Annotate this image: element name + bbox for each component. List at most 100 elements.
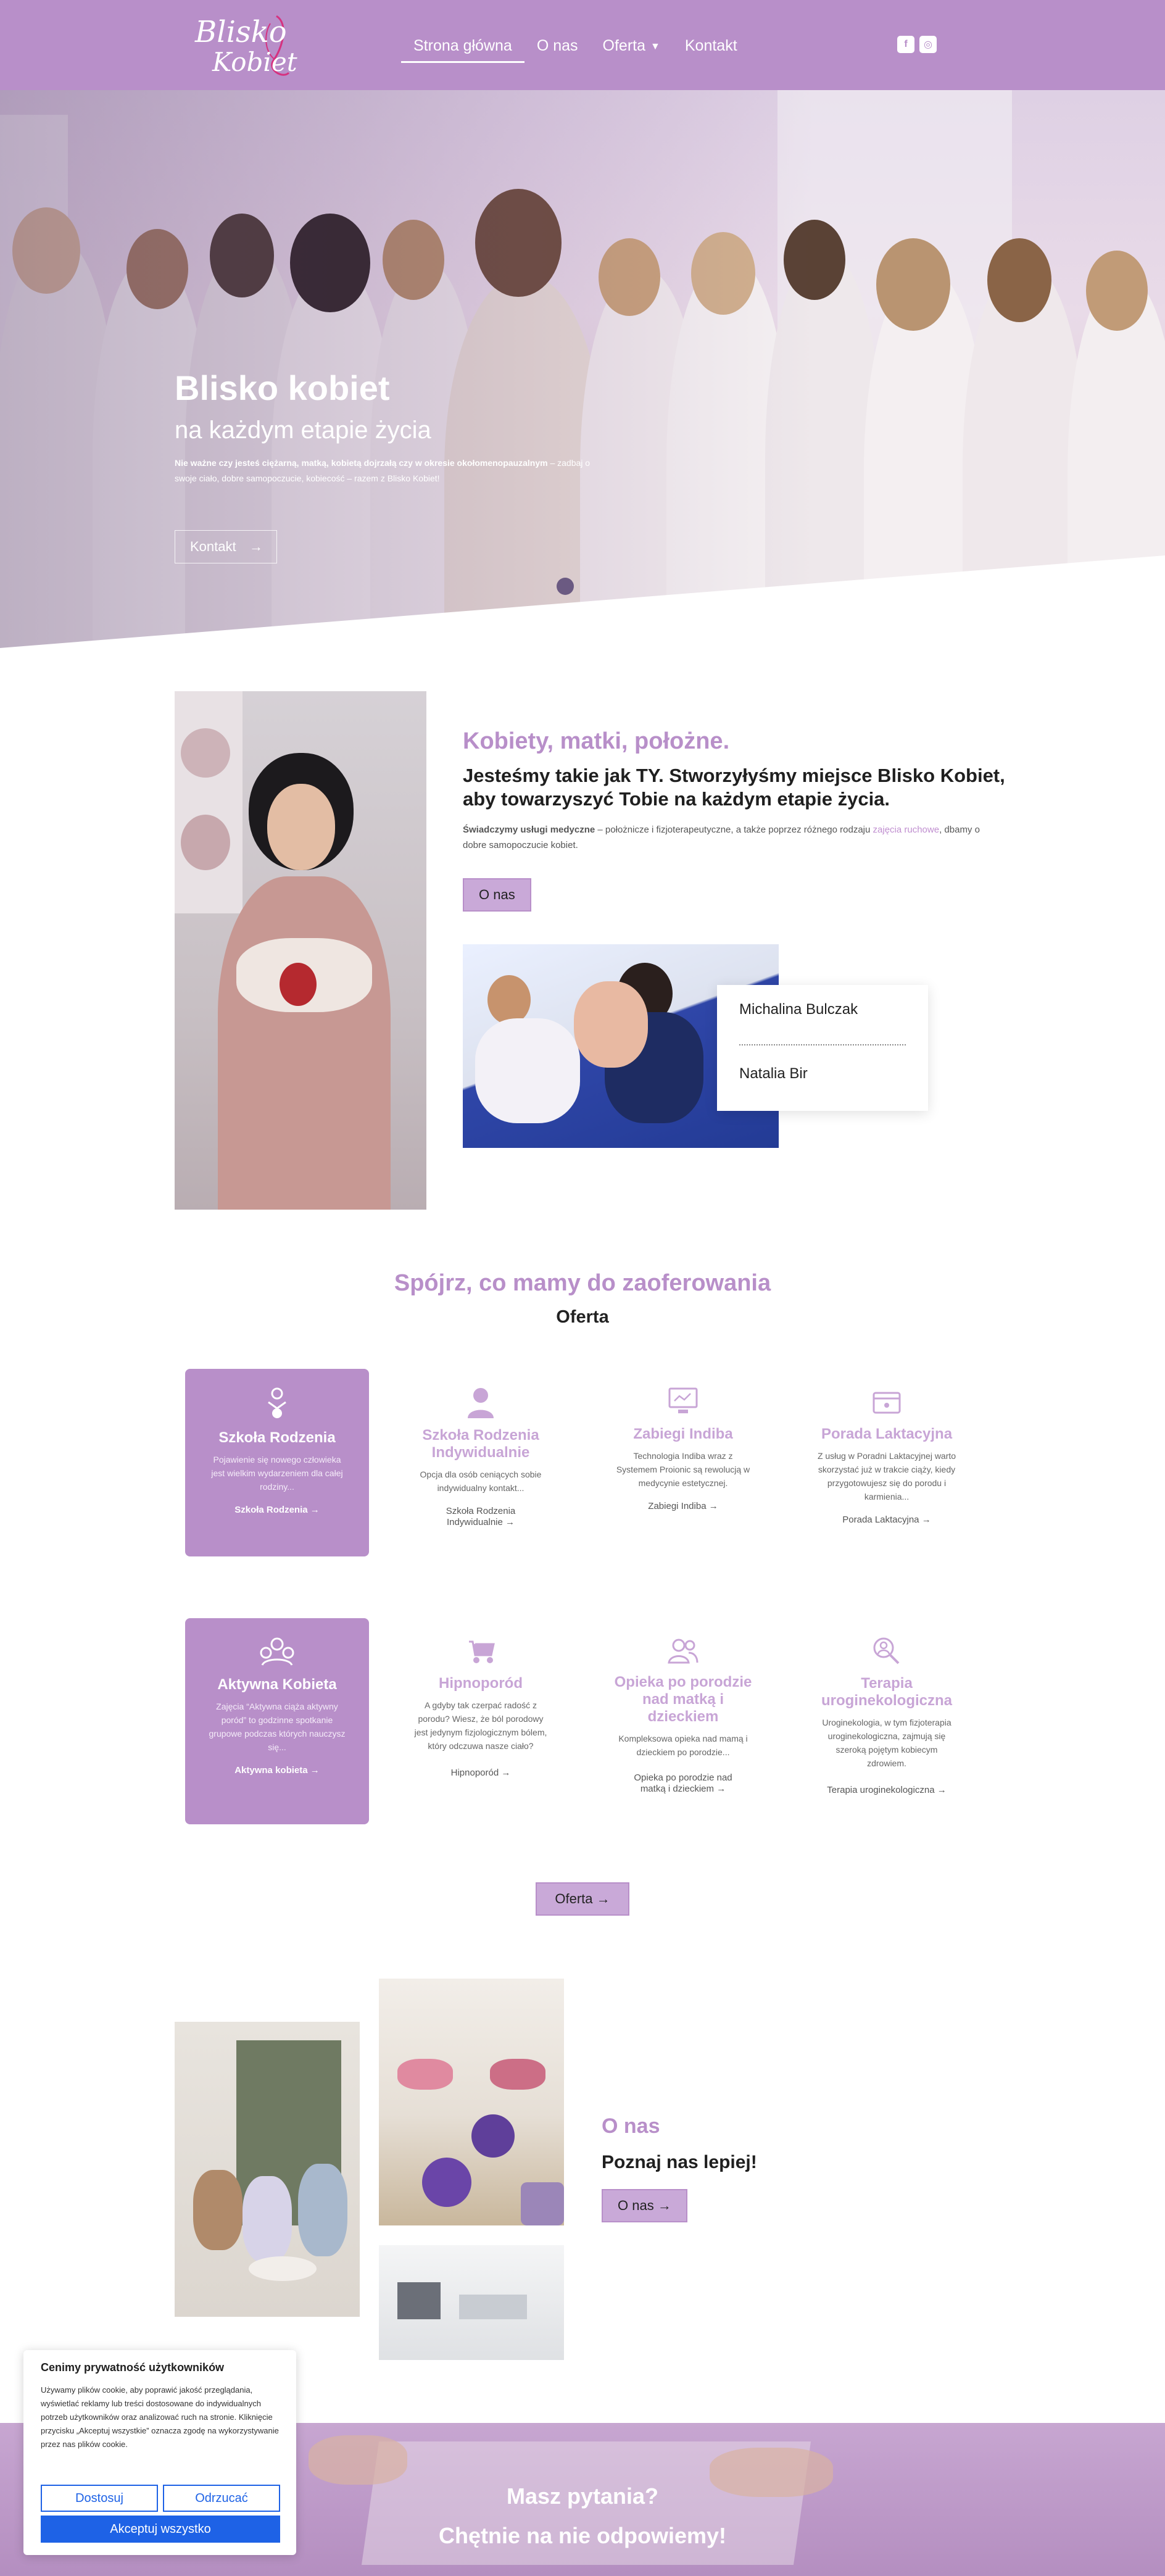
card-title: Szkoła Rodzenia xyxy=(218,1429,336,1446)
card-link-label: Zabiegi Indiba xyxy=(648,1501,707,1511)
card-link-label: Porada Laktacyjna xyxy=(842,1514,919,1525)
logo-text-line2: Kobiet xyxy=(212,47,297,77)
hero-diagonal-divider xyxy=(0,555,1165,648)
chevron-down-icon: ▼ xyxy=(650,41,660,52)
offer-card-szkola-rodzenia[interactable]: Szkoła Rodzenia Pojawienie się nowego cz… xyxy=(185,1369,369,1556)
baby-icon xyxy=(268,1387,286,1418)
card-link[interactable]: Porada Laktacyjna → xyxy=(795,1514,979,1526)
about-button[interactable]: O nas xyxy=(463,878,531,912)
hero-section: Blisko kobiet na każdym etapie życia Nie… xyxy=(0,90,1165,648)
card-link-label: Szkoła Rodzenia xyxy=(234,1505,308,1515)
main-nav: Strona główna O nas Oferta ▼ Kontakt xyxy=(401,33,750,63)
offer-card-zabiegi-indiba[interactable]: Zabiegi Indiba Technologia Indiba wraz z… xyxy=(591,1369,775,1556)
users-icon xyxy=(668,1639,699,1664)
site-logo[interactable]: Blisko Kobiet xyxy=(190,11,300,84)
calendar-icon xyxy=(873,1392,901,1414)
facebook-icon[interactable]: f xyxy=(897,36,914,53)
logo-text-line1: Blisko xyxy=(195,15,287,49)
offer-button[interactable]: Oferta → xyxy=(536,1882,629,1916)
monitor-icon xyxy=(668,1387,698,1413)
arrow-right-icon: → xyxy=(310,1505,320,1515)
about-text-mid: – położnicze i fizjoterapeutyczne, a tak… xyxy=(595,825,873,835)
onas-photo-exercise xyxy=(379,1979,564,2225)
offer-card-terapia-uroginekologiczna[interactable]: Terapia uroginekologiczna Uroginekologia… xyxy=(795,1618,979,1824)
nav-offer[interactable]: Oferta ▼ xyxy=(591,33,673,58)
card-description: Z usług w Poradni Laktacyjnej warto skor… xyxy=(817,1451,956,1502)
offer-card-hipnoporod[interactable]: Hipnoporód A gdyby tak czerpać radość z … xyxy=(389,1618,573,1824)
offer-card-szkola-rodzenia-indywidualnie[interactable]: Szkoła Rodzenia Indywidualnie Opcja dla … xyxy=(389,1369,573,1556)
onas-subtitle: Poznaj nas lepiej! xyxy=(602,2152,757,2172)
about-title: Kobiety, matki, położne. xyxy=(463,728,730,754)
social-links: f ◎ xyxy=(897,36,937,53)
card-title: Porada Laktacyjna xyxy=(821,1426,953,1442)
team-card-divider xyxy=(739,1044,906,1045)
nav-offer-label: Oferta xyxy=(602,37,646,54)
card-description: Kompleksowa opieka nad mamą i dzieckiem … xyxy=(618,1734,748,1757)
cookie-reject-button[interactable]: Odrzucać xyxy=(163,2485,280,2512)
team-member-1: Michalina Bulczak xyxy=(739,1001,858,1018)
card-title: Hipnoporód xyxy=(439,1675,523,1692)
card-link-label: Hipnoporód xyxy=(450,1768,499,1778)
card-description: Pojawienie się nowego człowieka jest wie… xyxy=(211,1455,343,1492)
arrow-right-icon: → xyxy=(716,1784,726,1794)
about-photo xyxy=(175,691,426,1210)
card-link[interactable]: Terapia uroginekologiczna → xyxy=(795,1785,979,1796)
arrow-right-icon: → xyxy=(921,1514,931,1525)
search-user-icon xyxy=(873,1637,900,1664)
arrow-right-icon: → xyxy=(596,1891,610,1906)
card-link[interactable]: Hipnoporód → xyxy=(389,1768,573,1779)
cookie-customize-button[interactable]: Dostosuj xyxy=(41,2485,158,2512)
instagram-icon[interactable]: ◎ xyxy=(919,36,937,53)
about-text-bold: Świadczymy usługi medyczne xyxy=(463,825,595,835)
arrow-right-icon: → xyxy=(937,1785,947,1795)
card-description: Technologia Indiba wraz z Systemem Proio… xyxy=(616,1451,750,1488)
card-description: A gdyby tak czerpać radość z porodu? Wie… xyxy=(414,1700,547,1751)
card-link[interactable]: Szkoła Rodzenia Indywidualnie → xyxy=(389,1506,573,1528)
arrow-right-icon: → xyxy=(310,1765,320,1776)
about-text: Świadczymy usługi medyczne – położnicze … xyxy=(463,822,1006,853)
card-link[interactable]: Opieka po porodzie nad matką i dzieckiem… xyxy=(591,1772,775,1795)
offer-subtitle: Oferta xyxy=(556,1307,609,1327)
cookie-body: Używamy plików cookie, aby poprawić jako… xyxy=(41,2385,279,2449)
cookie-heading: Cenimy prywatność użytkowników xyxy=(41,2361,225,2374)
about-lead: Jesteśmy takie jak TY. Stworzyłyśmy miej… xyxy=(463,765,1005,810)
nav-contact[interactable]: Kontakt xyxy=(673,33,750,58)
card-title: Terapia uroginekologiczna xyxy=(821,1675,952,1709)
cookie-consent: Cenimy prywatność użytkowników Używamy p… xyxy=(23,2350,296,2555)
card-link[interactable]: Aktywna kobieta → xyxy=(185,1765,369,1776)
onas-photo-room xyxy=(175,2022,360,2317)
stroller-icon xyxy=(469,1640,495,1663)
group-icon xyxy=(260,1637,294,1666)
onas-button[interactable]: O nas → xyxy=(602,2189,687,2222)
onas-photo-office xyxy=(379,2245,564,2360)
team-member-2: Natalia Bir xyxy=(739,1065,808,1082)
arrow-right-icon: → xyxy=(657,2198,671,2213)
onas-button-label: O nas xyxy=(618,2198,654,2213)
offer-card-porada-laktacyjna[interactable]: Porada Laktacyjna Z usług w Poradni Lakt… xyxy=(795,1369,979,1556)
team-card: Michalina Bulczak Natalia Bir xyxy=(717,985,928,1111)
cookie-accept-button[interactable]: Akceptuj wszystko xyxy=(41,2516,280,2543)
card-title: Szkoła Rodzenia Indywidualnie xyxy=(422,1427,539,1461)
card-link[interactable]: Zabiegi Indiba → xyxy=(591,1501,775,1512)
offer-button-label: Oferta xyxy=(555,1891,593,1906)
card-description: Zajęcia “Aktywna ciąża aktywny poród” to… xyxy=(209,1701,346,1752)
arrow-right-icon: → xyxy=(708,1501,718,1511)
card-link[interactable]: Szkoła Rodzenia → xyxy=(185,1505,369,1516)
card-title: Opieka po porodzie nad matką i dzieckiem xyxy=(614,1674,752,1725)
card-title: Aktywna Kobieta xyxy=(217,1676,337,1693)
nav-about[interactable]: O nas xyxy=(524,33,591,58)
about-activities-link[interactable]: zajęcia ruchowe xyxy=(873,825,940,835)
nav-home[interactable]: Strona główna xyxy=(401,33,524,63)
card-link-label: Aktywna kobieta xyxy=(234,1765,308,1776)
card-description: Opcja dla osób ceniących sobie indywidua… xyxy=(420,1469,542,1493)
user-icon xyxy=(468,1388,494,1418)
arrow-right-icon: → xyxy=(501,1768,511,1778)
onas-title: O nas xyxy=(602,2114,660,2138)
offer-title: Spójrz, co mamy do zaoferowania xyxy=(394,1270,771,1296)
site-header: Blisko Kobiet Strona główna O nas Oferta… xyxy=(0,0,1165,90)
offer-card-aktywna-kobieta[interactable]: Aktywna Kobieta Zajęcia “Aktywna ciąża a… xyxy=(185,1618,369,1824)
card-title: Zabiegi Indiba xyxy=(633,1426,733,1442)
card-description: Uroginekologia, w tym fizjoterapia urogi… xyxy=(822,1718,951,1768)
offer-card-opieka-po-porodzie[interactable]: Opieka po porodzie nad matką i dzieckiem… xyxy=(591,1618,775,1824)
arrow-right-icon: → xyxy=(505,1517,515,1527)
